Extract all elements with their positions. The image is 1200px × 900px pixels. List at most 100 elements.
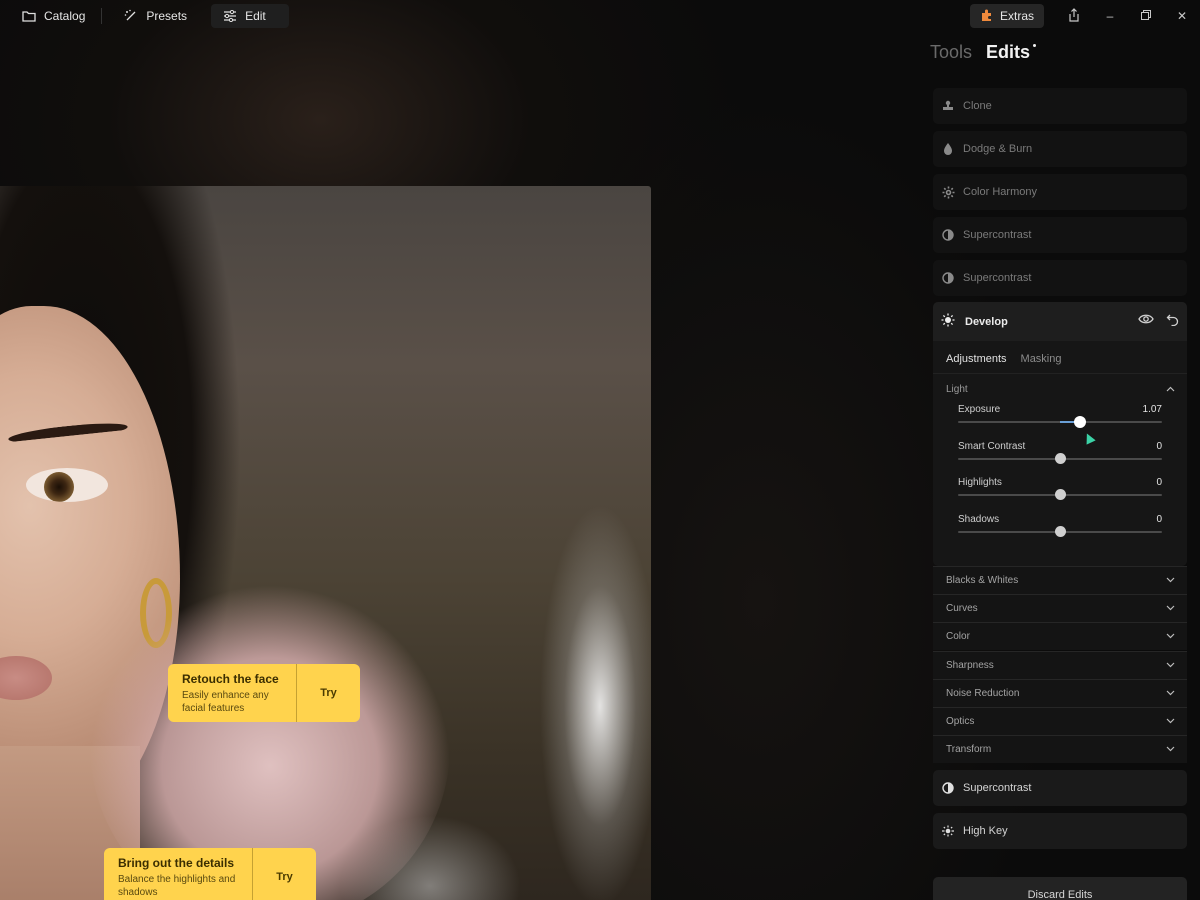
- slider-thumb[interactable]: [1074, 416, 1087, 428]
- tool-supercontrast-active[interactable]: Supercontrast: [933, 770, 1187, 806]
- sun-burst-icon: [941, 824, 955, 838]
- folder-icon: [22, 10, 36, 22]
- tab-edits[interactable]: Edits: [986, 42, 1037, 63]
- restore-button[interactable]: [1128, 0, 1164, 32]
- promo-text: Retouch the face Easily enhance any faci…: [168, 664, 296, 722]
- slider-track[interactable]: [958, 416, 1162, 428]
- half-circle-icon: [941, 228, 955, 242]
- section-noise-reduction[interactable]: Noise Reduction: [933, 678, 1187, 707]
- try-button[interactable]: Try: [252, 848, 316, 900]
- panel-tabs: Tools Edits: [930, 42, 1037, 63]
- tool-label: High Key: [963, 825, 1008, 837]
- edit-panel: Tools Edits Clone Dodge & Burn Color Har…: [926, 32, 1200, 900]
- promo-text: Bring out the details Balance the highli…: [104, 848, 252, 900]
- promo-card-details[interactable]: Bring out the details Balance the highli…: [104, 848, 316, 900]
- minimize-button[interactable]: –: [1092, 0, 1128, 32]
- chevron-down-icon: [1166, 575, 1175, 586]
- slider-exposure[interactable]: Exposure 1.07: [933, 404, 1187, 441]
- slider-highlights[interactable]: Highlights 0: [933, 477, 1187, 514]
- slider-track[interactable]: [958, 525, 1162, 537]
- tool-supercontrast[interactable]: Supercontrast: [933, 217, 1187, 253]
- nav-presets[interactable]: Presets: [112, 4, 199, 28]
- sliders-icon: [223, 10, 237, 22]
- tool-color-harmony[interactable]: Color Harmony: [933, 174, 1187, 210]
- slider-label: Smart Contrast: [958, 440, 1026, 452]
- light-sliders: Exposure 1.07 Smart Contrast 0 Highlights 0 Sh…: [933, 404, 1187, 550]
- slider-value: 0: [1156, 513, 1162, 525]
- slider-shadows[interactable]: Shadows 0: [933, 514, 1187, 551]
- light-group-header[interactable]: Light: [933, 374, 1187, 404]
- tool-dodge-burn[interactable]: Dodge & Burn: [933, 131, 1187, 167]
- window-controls: Extras – ✕: [969, 0, 1200, 32]
- slider-track[interactable]: [958, 452, 1162, 464]
- tool-high-key[interactable]: High Key: [933, 813, 1187, 849]
- section-optics[interactable]: Optics: [933, 707, 1187, 735]
- section-sharpness[interactable]: Sharpness: [933, 650, 1187, 679]
- extras-button[interactable]: Extras: [969, 4, 1044, 28]
- slider-thumb[interactable]: [1054, 525, 1066, 537]
- section-label: Noise Reduction: [946, 687, 1020, 699]
- develop-tabs: Adjustments Masking: [933, 341, 1187, 374]
- slider-thumb[interactable]: [1054, 489, 1066, 500]
- discard-edits-button[interactable]: Discard Edits: [933, 877, 1187, 900]
- half-circle-icon: [941, 271, 955, 285]
- promo-card-retouch[interactable]: Retouch the face Easily enhance any faci…: [168, 664, 360, 722]
- develop-header[interactable]: Develop: [933, 302, 1187, 341]
- tool-label: Supercontrast: [963, 229, 1032, 241]
- promo-title: Retouch the face: [182, 672, 279, 686]
- nav-edit[interactable]: Edit: [211, 4, 290, 28]
- share-icon: [1068, 7, 1080, 25]
- close-button[interactable]: ✕: [1164, 0, 1200, 32]
- sun-icon: [941, 313, 955, 330]
- share-button[interactable]: [1056, 0, 1092, 32]
- tool-supercontrast[interactable]: Supercontrast: [933, 260, 1187, 296]
- eye-icon[interactable]: [1138, 313, 1154, 329]
- tab-tools[interactable]: Tools: [930, 42, 972, 63]
- chevron-down-icon: [1166, 744, 1175, 755]
- tab-adjustments[interactable]: Adjustments: [946, 353, 1007, 373]
- section-label: Blacks & Whites: [946, 575, 1019, 586]
- nav-catalog[interactable]: Catalog: [10, 4, 97, 28]
- promo-title: Bring out the details: [118, 856, 235, 870]
- undo-icon[interactable]: [1166, 313, 1179, 329]
- promo-description: Balance the highlights and shadows: [118, 874, 236, 898]
- nav-catalog-label: Catalog: [44, 9, 86, 23]
- chevron-down-icon: [1166, 603, 1175, 614]
- light-group-label: Light: [946, 383, 968, 395]
- photo-preview[interactable]: [0, 186, 651, 900]
- extras-label: Extras: [999, 9, 1034, 23]
- slider-thumb[interactable]: [1054, 452, 1066, 464]
- puzzle-icon: [980, 8, 994, 25]
- section-transform[interactable]: Transform: [933, 735, 1187, 764]
- minimize-icon: –: [1106, 9, 1114, 23]
- photo-eye: [26, 468, 108, 502]
- slider-label: Exposure: [958, 404, 1001, 415]
- slider-value: 0: [1156, 477, 1162, 488]
- unsaved-dot: [1033, 44, 1037, 47]
- slider-value: 1.07: [1142, 404, 1162, 415]
- section-color[interactable]: Color: [933, 622, 1187, 651]
- section-blacks-whites[interactable]: Blacks & Whites: [933, 566, 1187, 594]
- top-bar: Catalog Presets Edit Extras – ✕: [0, 0, 1200, 32]
- slider-track[interactable]: [958, 489, 1162, 500]
- chevron-up-icon: [1166, 384, 1175, 395]
- half-circle-icon: [941, 781, 955, 795]
- tab-edits-label: Edits: [986, 42, 1031, 62]
- close-icon: ✕: [1176, 9, 1188, 23]
- tool-clone[interactable]: Clone: [933, 88, 1187, 124]
- develop-title: Develop: [965, 315, 1008, 328]
- section-label: Transform: [946, 744, 992, 756]
- magic-wand-icon: [124, 9, 138, 23]
- tab-masking[interactable]: Masking: [1021, 353, 1062, 373]
- slider-smart-contrast[interactable]: Smart Contrast 0: [933, 441, 1187, 478]
- promo-description: Easily enhance any facial features: [182, 690, 269, 714]
- section-curves[interactable]: Curves: [933, 594, 1187, 623]
- chevron-down-icon: [1166, 716, 1175, 727]
- nav-edit-label: Edit: [245, 9, 266, 23]
- nav-divider: [101, 8, 103, 24]
- try-button[interactable]: Try: [296, 664, 360, 722]
- tool-label: Dodge & Burn: [963, 143, 1033, 155]
- section-label: Color: [946, 631, 970, 643]
- slider-label: Shadows: [958, 513, 1000, 525]
- tool-label: Supercontrast: [963, 782, 1032, 794]
